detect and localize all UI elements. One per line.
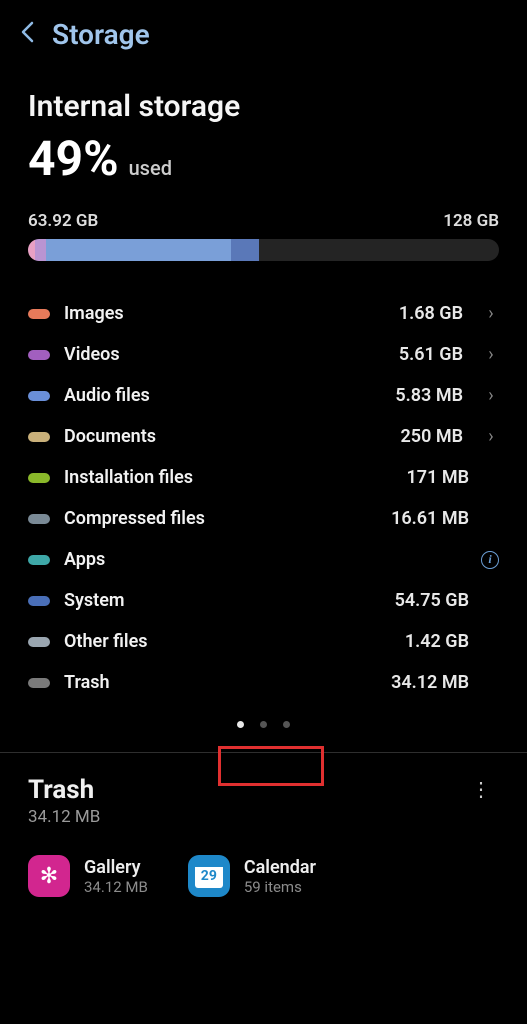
trash-item-label: Gallery	[84, 857, 148, 878]
pager-dot[interactable]	[237, 721, 244, 728]
category-label: Compressed files	[64, 508, 377, 529]
category-label: Videos	[64, 344, 385, 365]
storage-bar-fill	[28, 239, 259, 261]
calendar-date-badge: 29	[195, 864, 223, 888]
used-label: used	[129, 156, 172, 180]
trash-size: 34.12 MB	[28, 807, 100, 827]
category-color-pill	[28, 678, 50, 688]
category-row-videos[interactable]: Videos 5.61 GB ›	[28, 334, 499, 375]
category-color-pill	[28, 391, 50, 401]
category-size: 34.12 MB	[391, 672, 469, 693]
bar-labels: 63.92 GB 128 GB	[28, 211, 499, 231]
storage-bar-segment	[28, 239, 35, 261]
category-row-installation-files: Installation files 171 MB	[28, 457, 499, 498]
info-icon[interactable]: i	[481, 551, 499, 569]
category-row-system: System 54.75 GB	[28, 580, 499, 621]
trash-item-sub: 59 items	[244, 878, 316, 896]
chevron-right-icon: ›	[483, 303, 499, 324]
category-size: 5.83 MB	[395, 385, 463, 406]
category-size: 16.61 MB	[391, 508, 469, 529]
trash-items: ✻ Gallery34.12 MB 29 Calendar59 items	[28, 855, 499, 897]
trash-header: Trash 34.12 MB ⋮	[28, 775, 499, 827]
more-icon[interactable]: ⋮	[463, 775, 499, 803]
category-row-compressed-files: Compressed files 16.61 MB	[28, 498, 499, 539]
category-label: Other files	[64, 631, 391, 652]
internal-storage-title: Internal storage	[28, 89, 499, 124]
category-color-pill	[28, 473, 50, 483]
category-size: 5.61 GB	[399, 344, 463, 365]
category-size: 250 MB	[401, 426, 464, 447]
category-color-pill	[28, 555, 50, 565]
back-icon[interactable]	[20, 21, 34, 48]
gallery-icon: ✻	[28, 855, 70, 897]
category-label: Trash	[64, 672, 377, 693]
storage-bar-segment	[231, 239, 259, 261]
calendar-icon: 29	[188, 855, 230, 897]
category-color-pill	[28, 432, 50, 442]
chevron-right-icon: ›	[483, 344, 499, 365]
page-title: Storage	[52, 18, 150, 51]
category-color-pill	[28, 350, 50, 360]
category-color-pill	[28, 596, 50, 606]
trash-item-calendar[interactable]: 29 Calendar59 items	[188, 855, 316, 897]
category-size: 171 MB	[407, 467, 470, 488]
storage-bar-segment	[35, 239, 47, 261]
category-color-pill	[28, 309, 50, 319]
category-list: Images 1.68 GB › Videos 5.61 GB › Audio files 5…	[28, 293, 499, 703]
trash-section: Trash 34.12 MB ⋮ ✻Gallery34.12 MB29Calen…	[0, 753, 527, 897]
main-content: Internal storage 49% used 63.92 GB 128 G…	[0, 61, 527, 736]
usage-percent: 49%	[28, 130, 119, 187]
category-label: Documents	[64, 426, 387, 447]
category-size: 54.75 GB	[395, 590, 469, 611]
category-size: 1.42 GB	[405, 631, 469, 652]
chevron-right-icon: ›	[483, 426, 499, 447]
category-row-apps: Apps i	[28, 539, 499, 580]
total-amount: 128 GB	[443, 211, 499, 231]
header: Storage	[0, 0, 527, 61]
category-row-images[interactable]: Images 1.68 GB ›	[28, 293, 499, 334]
category-color-pill	[28, 637, 50, 647]
pager-dot[interactable]	[283, 721, 290, 728]
trash-title: Trash	[28, 775, 100, 805]
page-indicator[interactable]	[28, 713, 499, 736]
trash-item-label: Calendar	[244, 857, 316, 878]
category-row-documents[interactable]: Documents 250 MB ›	[28, 416, 499, 457]
used-amount: 63.92 GB	[28, 211, 98, 231]
category-label: Installation files	[64, 467, 393, 488]
category-row-other-files: Other files 1.42 GB	[28, 621, 499, 662]
category-label: Audio files	[64, 385, 381, 406]
category-size: 1.68 GB	[399, 303, 463, 324]
category-row-audio-files[interactable]: Audio files 5.83 MB ›	[28, 375, 499, 416]
usage-percent-row: 49% used	[28, 130, 499, 187]
category-label: Apps	[64, 549, 461, 570]
category-color-pill	[28, 514, 50, 524]
storage-bar	[28, 239, 499, 261]
pager-dot[interactable]	[260, 721, 267, 728]
chevron-right-icon: ›	[483, 385, 499, 406]
category-label: Images	[64, 303, 385, 324]
trash-item-gallery[interactable]: ✻ Gallery34.12 MB	[28, 855, 148, 897]
category-row-trash: Trash 34.12 MB	[28, 662, 499, 703]
storage-bar-segment	[46, 239, 231, 261]
trash-item-sub: 34.12 MB	[84, 878, 148, 896]
category-label: System	[64, 590, 381, 611]
